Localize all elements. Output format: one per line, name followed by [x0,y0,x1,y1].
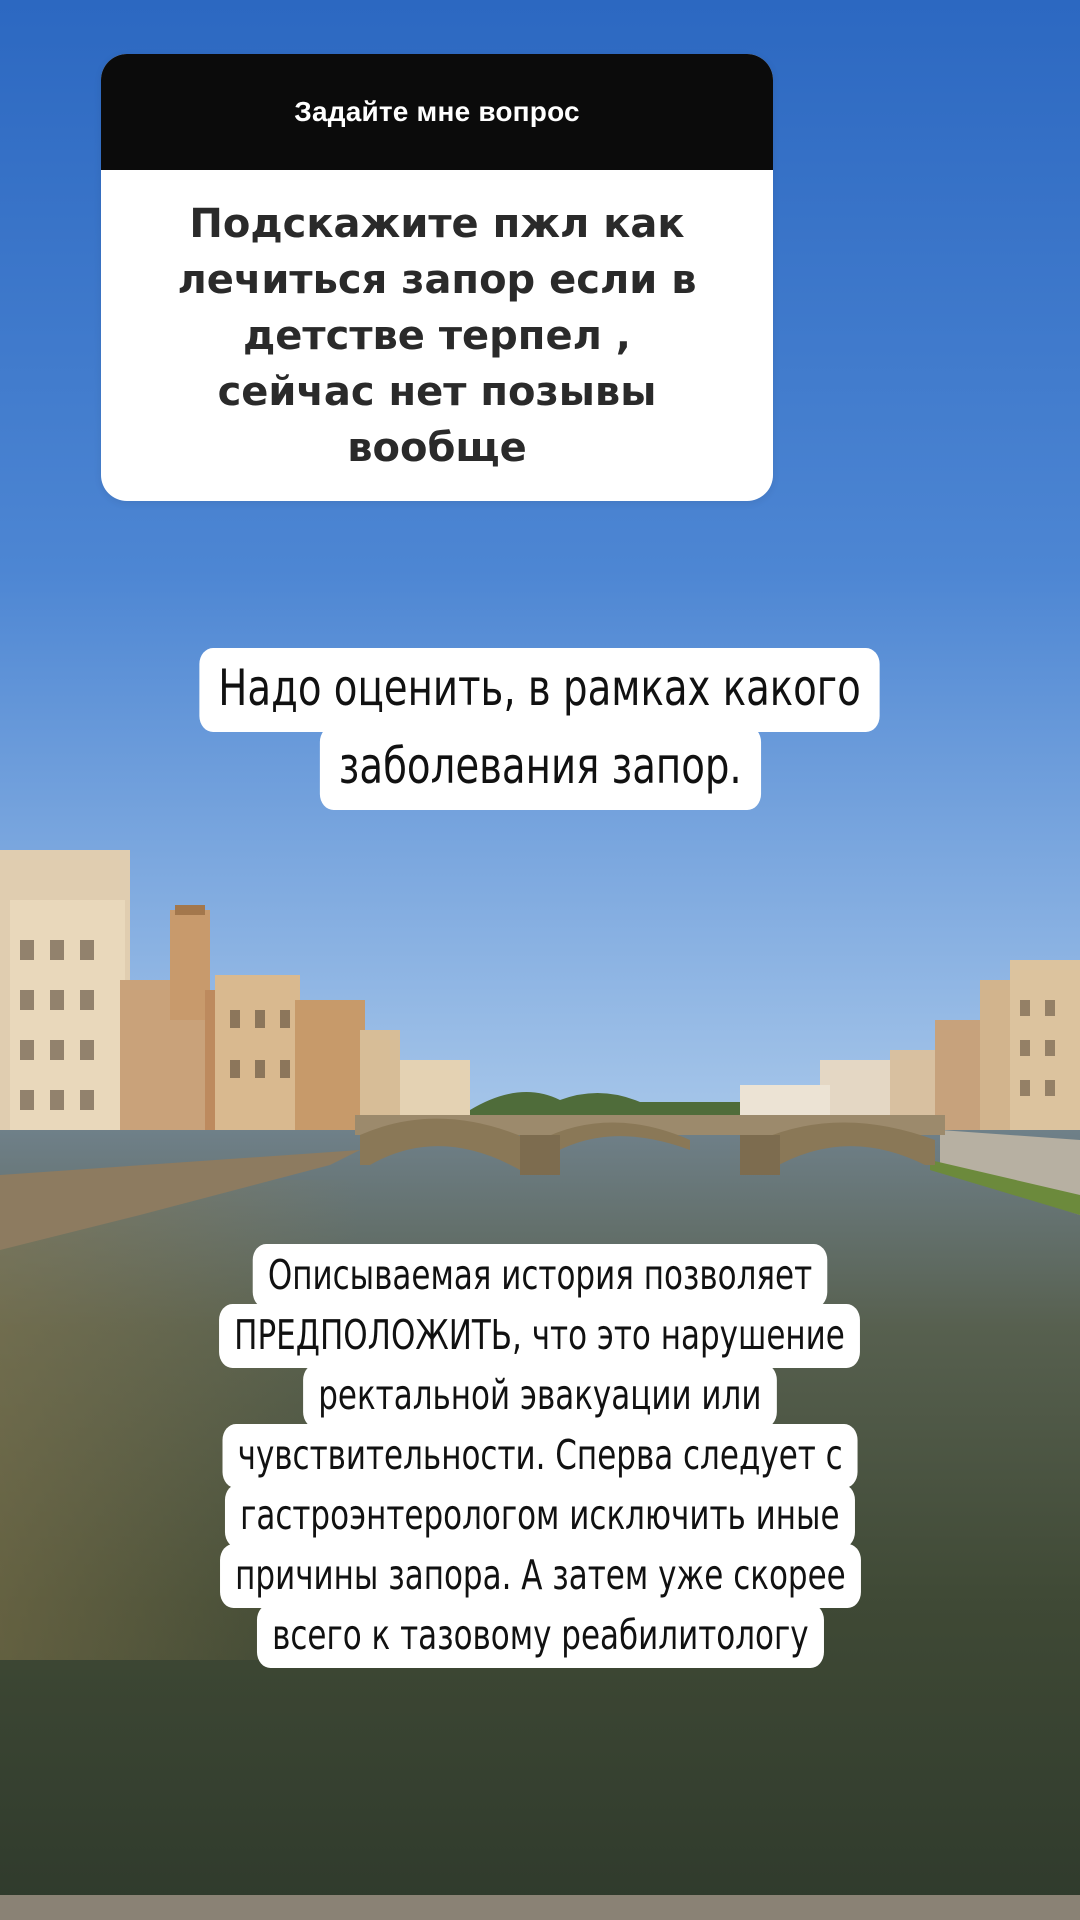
question-sticker: Задайте мне вопрос Подскажите пжл как ле… [101,54,773,501]
question-text: Подскажите пжл как лечиться запор если в… [177,200,697,471]
caption-line: ректальной эвакуации или [303,1364,777,1428]
foreground-ledge [0,1895,1080,1920]
question-sticker-header: Задайте мне вопрос [101,54,773,170]
caption-line: причины запора. А затем уже скорее [219,1544,861,1608]
caption-line: Надо оценить, в рамках какого [199,648,881,732]
answer-caption-1: Надо оценить, в рамках какого заболевани… [0,648,1080,810]
caption-line: Описываемая история позволяет [252,1244,828,1308]
caption-line: ПРЕДПОЛОЖИТЬ, что это нарушение [219,1304,861,1368]
caption-line: заболевания запор. [319,726,761,810]
caption-line: всего к тазовому реабилитологу [256,1604,824,1668]
caption-line: гастроэнтерологом исключить иные [225,1484,855,1548]
caption-line: чувствительности. Сперва следует с [222,1424,858,1488]
answer-caption-2: Описываемая история позволяет ПРЕДПОЛОЖИ… [0,1244,1080,1668]
